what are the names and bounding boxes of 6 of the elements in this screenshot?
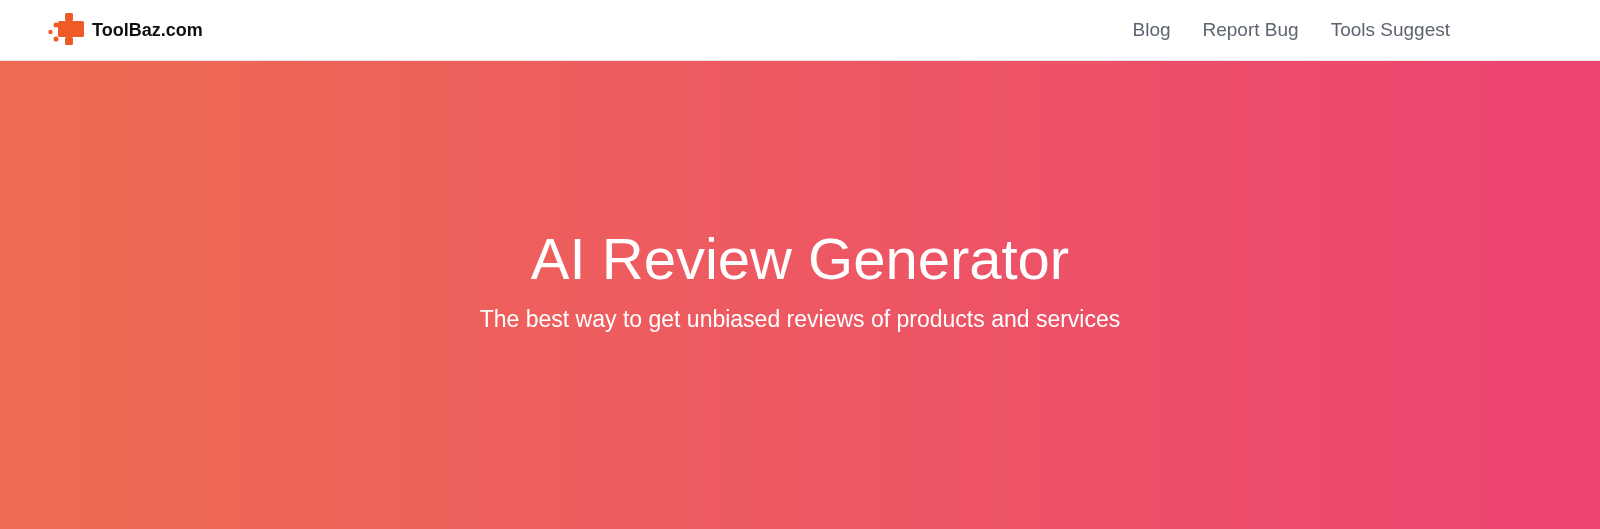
nav-link[interactable]: Report Bug xyxy=(1202,15,1299,45)
page-subtitle: The best way to get unbiased reviews of products and services xyxy=(479,304,1121,334)
page-title: AI Review Generator xyxy=(530,224,1070,293)
brand-name[interactable]: ToolBaz.com xyxy=(92,16,203,44)
nav-link[interactable]: Tools Suggest xyxy=(1330,15,1450,45)
nav-link[interactable]: Blog xyxy=(1132,15,1171,45)
